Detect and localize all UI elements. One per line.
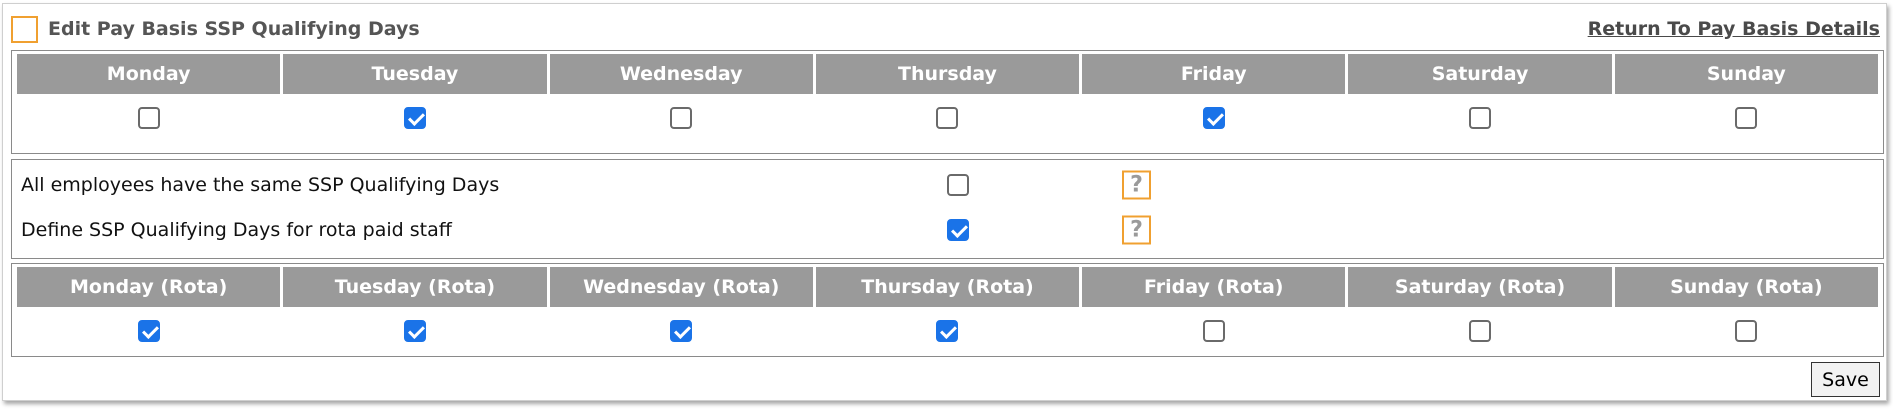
thursday-checkbox[interactable]: [936, 106, 959, 129]
setting-row-rota-staff: Define SSP Qualifying Days for rota paid…: [12, 210, 1883, 250]
day-header-saturday: Saturday: [1348, 54, 1612, 94]
page-header: Edit Pay Basis SSP Qualifying Days: [11, 14, 420, 44]
monday-checkbox[interactable]: [137, 106, 160, 129]
sunday-checkbox[interactable]: [1735, 106, 1758, 129]
day-cell-saturday: [1348, 94, 1611, 141]
rota-header-thursday: Thursday (Rota): [815, 267, 1080, 307]
rota-header-monday: Monday (Rota): [17, 267, 281, 307]
save-button[interactable]: Save: [1811, 362, 1880, 397]
title-marker-icon: [11, 15, 38, 43]
rota-cell-sunday: [1615, 307, 1878, 354]
rota-tuesday-checkbox[interactable]: [403, 319, 426, 342]
rota-cell-friday: [1082, 307, 1345, 354]
day-cell-tuesday: [283, 94, 546, 141]
same-days-checkbox[interactable]: [947, 174, 969, 196]
day-cell-friday: [1082, 94, 1345, 141]
wednesday-checkbox[interactable]: [670, 106, 693, 129]
setting-row-same-days: All employees have the same SSP Qualifyi…: [12, 165, 1883, 205]
ssp-settings-section: All employees have the same SSP Qualifyi…: [11, 159, 1884, 259]
rota-header-sunday: Sunday (Rota): [1614, 267, 1878, 307]
qualifying-days-grid: Monday Tuesday Wednesday Thursday Friday…: [11, 50, 1884, 154]
day-cell-wednesday: [550, 94, 813, 141]
rota-cell-thursday: [816, 307, 1079, 354]
setting-label-rota-staff: Define SSP Qualifying Days for rota paid…: [21, 219, 452, 241]
rota-header-tuesday: Tuesday (Rota): [283, 267, 547, 307]
day-header-monday: Monday: [17, 54, 281, 94]
day-header-friday: Friday: [1082, 54, 1346, 94]
day-header-tuesday: Tuesday: [283, 54, 547, 94]
rota-wednesday-checkbox[interactable]: [670, 319, 693, 342]
day-header-wednesday: Wednesday: [549, 54, 813, 94]
day-cell-monday: [17, 94, 280, 141]
friday-checkbox[interactable]: [1202, 106, 1225, 129]
rota-friday-checkbox[interactable]: [1202, 319, 1225, 342]
rota-cell-monday: [17, 307, 280, 354]
return-to-pay-basis-details-link[interactable]: Return To Pay Basis Details: [1588, 18, 1880, 40]
ssp-qualifying-days-panel: Edit Pay Basis SSP Qualifying Days Retur…: [2, 3, 1887, 401]
rota-sunday-checkbox[interactable]: [1735, 319, 1758, 342]
day-cell-sunday: [1615, 94, 1878, 141]
day-cell-thursday: [816, 94, 1079, 141]
rota-header-friday: Friday (Rota): [1082, 267, 1346, 307]
rota-cell-wednesday: [550, 307, 813, 354]
saturday-checkbox[interactable]: [1469, 106, 1492, 129]
rota-thursday-checkbox[interactable]: [936, 319, 959, 342]
rota-days-grid: Monday (Rota) Tuesday (Rota) Wednesday (…: [11, 263, 1884, 357]
rota-header-saturday: Saturday (Rota): [1348, 267, 1612, 307]
rota-cell-saturday: [1348, 307, 1611, 354]
day-header-sunday: Sunday: [1614, 54, 1878, 94]
rota-header-wednesday: Wednesday (Rota): [549, 267, 813, 307]
rota-staff-checkbox[interactable]: [947, 219, 969, 241]
page-title: Edit Pay Basis SSP Qualifying Days: [48, 18, 420, 40]
rota-monday-checkbox[interactable]: [137, 319, 160, 342]
rota-saturday-checkbox[interactable]: [1469, 319, 1492, 342]
tuesday-checkbox[interactable]: [403, 106, 426, 129]
day-header-thursday: Thursday: [815, 54, 1080, 94]
rota-cell-tuesday: [283, 307, 546, 354]
help-icon[interactable]: ?: [1122, 170, 1151, 200]
setting-label-same-days: All employees have the same SSP Qualifyi…: [21, 174, 500, 196]
help-icon[interactable]: ?: [1122, 215, 1151, 245]
